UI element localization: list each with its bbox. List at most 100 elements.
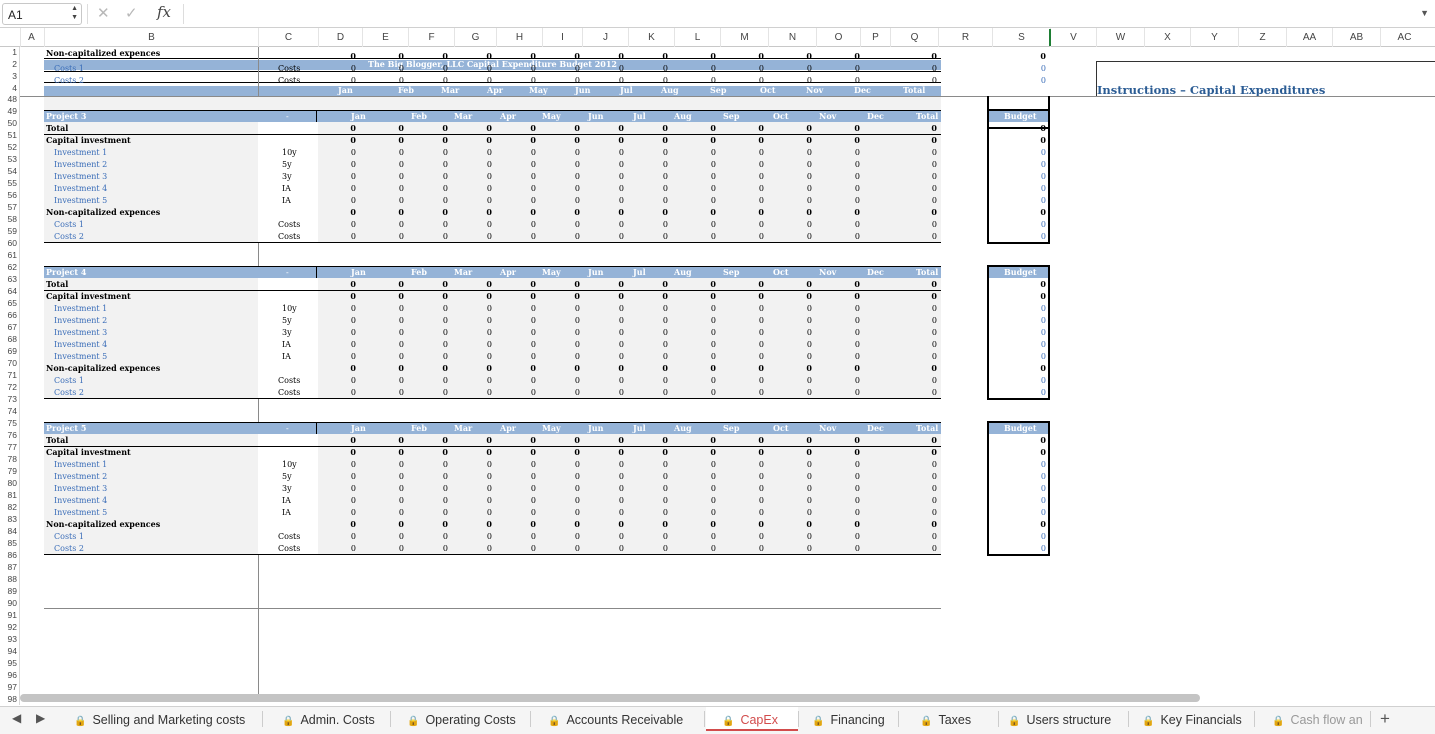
row-header-97[interactable]: 97 (0, 683, 17, 692)
row-header-72[interactable]: 72 (0, 383, 17, 392)
add-sheet-icon[interactable]: + (1380, 709, 1390, 729)
row-header-48[interactable]: 48 (0, 95, 17, 104)
row-header-60[interactable]: 60 (0, 239, 17, 248)
row-header-64[interactable]: 64 (0, 287, 17, 296)
column-header-b[interactable]: B (44, 28, 258, 47)
column-header-f[interactable]: F (408, 28, 454, 47)
row-header-86[interactable]: 86 (0, 551, 17, 560)
row-header-95[interactable]: 95 (0, 659, 17, 668)
column-header-w[interactable]: W (1096, 28, 1144, 47)
column-header-c[interactable]: C (258, 28, 318, 47)
row-header-89[interactable]: 89 (0, 587, 17, 596)
row-header-68[interactable]: 68 (0, 335, 17, 344)
tab-accounts-receivable[interactable]: 🔒 Accounts Receivable (536, 707, 704, 731)
row-header-96[interactable]: 96 (0, 671, 17, 680)
row-header-80[interactable]: 80 (0, 479, 17, 488)
row-header-88[interactable]: 88 (0, 575, 17, 584)
column-header-aa[interactable]: AA (1286, 28, 1332, 47)
row-header-62[interactable]: 62 (0, 263, 17, 272)
row-header-77[interactable]: 77 (0, 443, 17, 452)
tab-selling-and-marketing-costs[interactable]: 🔒 Selling and Marketing costs (62, 707, 262, 731)
tab-operating-costs[interactable]: 🔒 Operating Costs (395, 707, 530, 731)
tab-admin-costs[interactable]: 🔒 Admin. Costs (270, 707, 390, 731)
row-header-2[interactable]: 2 (0, 60, 17, 69)
row-header-82[interactable]: 82 (0, 503, 17, 512)
row-header-59[interactable]: 59 (0, 227, 17, 236)
row-header-75[interactable]: 75 (0, 419, 17, 428)
row-header-67[interactable]: 67 (0, 323, 17, 332)
column-header-i[interactable]: I (542, 28, 582, 47)
row-header-1[interactable]: 1 (0, 48, 17, 57)
sheet-grid[interactable]: The Big Blogger, LLC Capital Expenditure… (20, 47, 1435, 705)
row-header-94[interactable]: 94 (0, 647, 17, 656)
row-header-74[interactable]: 74 (0, 407, 17, 416)
row-header-55[interactable]: 55 (0, 179, 17, 188)
column-header-l[interactable]: L (674, 28, 720, 47)
column-header-a[interactable]: A (20, 28, 42, 47)
row-header-57[interactable]: 57 (0, 203, 17, 212)
row-header-81[interactable]: 81 (0, 491, 17, 500)
confirm-icon[interactable]: ✓ (125, 4, 138, 22)
column-header-ac[interactable]: AC (1380, 28, 1428, 47)
row-header-91[interactable]: 91 (0, 611, 17, 620)
row-header-49[interactable]: 49 (0, 107, 17, 116)
row-header-98[interactable]: 98 (0, 695, 17, 704)
column-header-m[interactable]: M (720, 28, 768, 47)
tab-prev-icon[interactable]: ◀ (12, 711, 21, 725)
row-header-3[interactable]: 3 (0, 72, 17, 81)
tab-capex[interactable]: 🔒 CapEx (706, 707, 798, 731)
row-header-58[interactable]: 58 (0, 215, 17, 224)
column-header-h[interactable]: H (496, 28, 542, 47)
row-header-4[interactable]: 4 (0, 84, 17, 93)
tab-financing[interactable]: 🔒 Financing (800, 707, 898, 731)
tab-users-structure[interactable]: 🔒 Users structure (996, 707, 1128, 731)
column-header-r[interactable]: R (938, 28, 992, 47)
column-header-p[interactable]: P (860, 28, 890, 47)
row-header-69[interactable]: 69 (0, 347, 17, 356)
function-icon[interactable]: fx (157, 3, 171, 21)
row-header-87[interactable]: 87 (0, 563, 17, 572)
row-header-76[interactable]: 76 (0, 431, 17, 440)
row-header-63[interactable]: 63 (0, 275, 17, 284)
formula-expand-icon[interactable]: ▼ (1420, 8, 1429, 18)
name-box-stepper-icon[interactable]: ▲ ▼ (71, 4, 78, 22)
column-header-v[interactable]: V (1050, 28, 1096, 47)
row-header-54[interactable]: 54 (0, 167, 17, 176)
row-header-83[interactable]: 83 (0, 515, 17, 524)
row-header-65[interactable]: 65 (0, 299, 17, 308)
column-header-x[interactable]: X (1144, 28, 1190, 47)
row-header-56[interactable]: 56 (0, 191, 17, 200)
row-header-79[interactable]: 79 (0, 467, 17, 476)
tab-next-icon[interactable]: ▶ (36, 711, 45, 725)
row-header-84[interactable]: 84 (0, 527, 17, 536)
column-header-ab[interactable]: AB (1332, 28, 1380, 47)
column-header-y[interactable]: Y (1190, 28, 1238, 47)
tab-taxes[interactable]: 🔒 Taxes (908, 707, 998, 731)
row-header-70[interactable]: 70 (0, 359, 17, 368)
column-header-g[interactable]: G (454, 28, 496, 47)
column-header-d[interactable]: D (318, 28, 362, 47)
column-header-z[interactable]: Z (1238, 28, 1286, 47)
row-header-53[interactable]: 53 (0, 155, 17, 164)
row-header-92[interactable]: 92 (0, 623, 17, 632)
column-header-s[interactable]: S (992, 28, 1050, 47)
column-header-k[interactable]: K (628, 28, 674, 47)
row-header-90[interactable]: 90 (0, 599, 17, 608)
row-header-93[interactable]: 93 (0, 635, 17, 644)
row-header-51[interactable]: 51 (0, 131, 17, 140)
column-header-e[interactable]: E (362, 28, 408, 47)
tab-cash-flow-an[interactable]: 🔒 Cash flow an (1260, 707, 1370, 731)
name-box[interactable]: A1 ▲ ▼ (2, 3, 82, 25)
row-header-52[interactable]: 52 (0, 143, 17, 152)
row-header-78[interactable]: 78 (0, 455, 17, 464)
row-header-61[interactable]: 61 (0, 251, 17, 260)
row-header-71[interactable]: 71 (0, 371, 17, 380)
row-header-73[interactable]: 73 (0, 395, 17, 404)
row-header-66[interactable]: 66 (0, 311, 17, 320)
column-header-n[interactable]: N (768, 28, 816, 47)
column-header-q[interactable]: Q (890, 28, 938, 47)
cancel-icon[interactable]: ✕ (97, 4, 110, 22)
tab-key-financials[interactable]: 🔒 Key Financials (1130, 707, 1254, 731)
column-header-j[interactable]: J (582, 28, 628, 47)
column-header-o[interactable]: O (816, 28, 860, 47)
